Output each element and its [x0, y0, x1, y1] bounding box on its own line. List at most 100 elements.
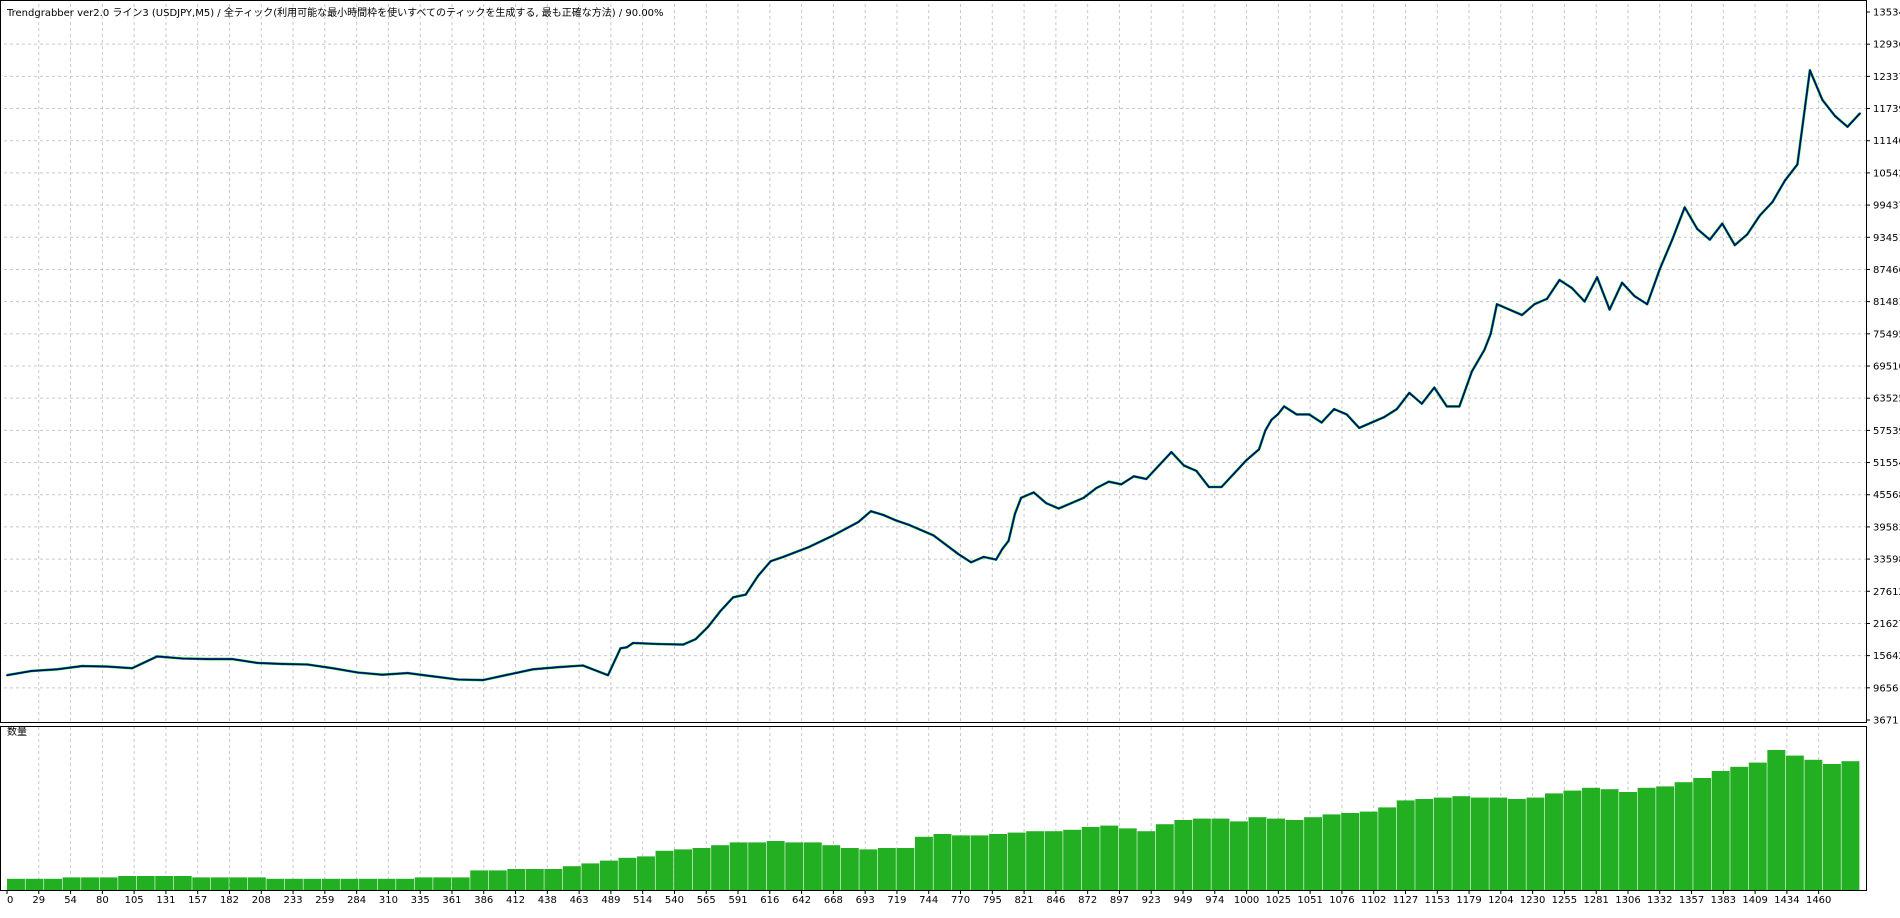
balance-point	[1483, 349, 1485, 351]
volume-bar	[1137, 831, 1155, 890]
volume-bar	[174, 876, 192, 890]
volume-bar	[415, 877, 433, 890]
balance-point	[1371, 422, 1373, 424]
balance-point	[1834, 115, 1836, 117]
balance-point	[1145, 478, 1147, 480]
x-tick-label: 1281	[1583, 895, 1608, 906]
balance-point	[1684, 207, 1686, 209]
volume-bar	[266, 879, 284, 890]
x-tick-label: 770	[951, 895, 970, 906]
y-tick-label: 87466	[1873, 265, 1900, 276]
x-tick-label: 897	[1110, 895, 1129, 906]
balance-point	[857, 521, 859, 523]
balance-point	[1258, 448, 1260, 450]
balance-point	[31, 670, 33, 672]
balance-point	[970, 561, 972, 563]
x-tick-label: 1025	[1266, 895, 1291, 906]
volume-bar	[1545, 793, 1563, 890]
balance-point	[1421, 403, 1423, 405]
balance-point	[1809, 69, 1811, 71]
volume-bar	[452, 877, 470, 890]
y-tick-label: 15642	[1873, 651, 1900, 662]
volume-bar	[1063, 830, 1081, 890]
volume-bar	[878, 848, 896, 890]
x-tick-label: 310	[379, 895, 398, 906]
y-tick-label: 93451	[1873, 233, 1900, 244]
balance-point	[607, 674, 609, 676]
balance-point	[1271, 419, 1273, 421]
volume-bar	[693, 848, 711, 890]
x-tick-label: 259	[315, 895, 334, 906]
volume-bar	[1304, 817, 1322, 890]
volume-panel-title: 数量	[7, 725, 27, 738]
balance-point	[1008, 540, 1010, 542]
volume-bar	[100, 877, 118, 890]
volume-bar	[1452, 796, 1470, 890]
volume-bar	[1249, 817, 1267, 890]
volume-bar	[1008, 833, 1026, 890]
x-tick-label: 284	[347, 895, 366, 906]
balance-point	[1233, 473, 1235, 475]
volume-bar	[211, 877, 229, 890]
balance-point	[1014, 513, 1016, 515]
x-tick-label: 1051	[1297, 895, 1322, 906]
balance-point	[1521, 314, 1523, 316]
volume-bar	[1323, 814, 1341, 890]
x-tick-label: 80	[96, 895, 109, 906]
balance-point	[620, 647, 622, 649]
x-tick-label: 29	[32, 895, 45, 906]
x-tick-label: 105	[125, 895, 144, 906]
volume-bar	[341, 879, 359, 890]
balance-point	[156, 655, 158, 657]
volume-bar	[470, 870, 488, 890]
volume-bar	[804, 842, 822, 890]
balance-point	[626, 646, 628, 648]
y-tick-label: 81481	[1873, 297, 1900, 308]
y-tick-label: 135349	[1873, 8, 1900, 19]
balance-point	[1020, 497, 1022, 499]
volume-bar	[1211, 819, 1229, 890]
volume-bar	[1156, 824, 1174, 890]
balance-point	[1458, 405, 1460, 407]
balance-point	[1221, 486, 1223, 488]
y-tick-label: 27612	[1873, 587, 1900, 598]
volume-bar	[730, 842, 748, 890]
volume-bar	[507, 869, 525, 890]
balance-point	[1609, 309, 1611, 311]
balance-point	[732, 596, 734, 598]
balance-point	[1796, 164, 1798, 166]
volume-bar	[155, 876, 173, 890]
balance-point	[1734, 244, 1736, 246]
balance-point	[1671, 239, 1673, 241]
x-tick-label: 565	[697, 895, 716, 906]
balance-point	[1696, 228, 1698, 230]
balance-point	[1471, 371, 1473, 373]
balance-point	[1596, 276, 1598, 278]
balance-line	[7, 70, 1860, 680]
volume-bar	[934, 834, 952, 890]
balance-point	[908, 524, 910, 526]
volume-bar	[1767, 750, 1785, 890]
volume-bar	[1526, 798, 1544, 890]
volume-bar	[674, 849, 692, 890]
x-tick-label: 1306	[1615, 895, 1640, 906]
chart-canvas: 1353491293641233781173931114081054229943…	[0, 0, 1900, 914]
volume-bar	[1564, 791, 1582, 890]
volume-bar	[1730, 767, 1748, 890]
balance-point	[1070, 502, 1072, 504]
volume-panel: 0295480105131157182208233259284310335361…	[1, 727, 1867, 907]
balance-point	[1170, 451, 1172, 453]
balance-point	[757, 575, 759, 577]
x-tick-label: 361	[442, 895, 461, 906]
y-tick-label: 129364	[1873, 40, 1900, 51]
y-tick-label: 3671	[1873, 716, 1898, 727]
x-tick-label: 514	[633, 895, 652, 906]
x-tick-label: 157	[188, 895, 207, 906]
volume-bar	[971, 835, 989, 890]
balance-point	[895, 519, 897, 521]
y-tick-label: 33598	[1873, 555, 1900, 566]
balance-point	[1264, 430, 1266, 432]
balance-point	[1108, 481, 1110, 483]
volume-bar	[137, 876, 155, 890]
balance-point	[720, 610, 722, 612]
